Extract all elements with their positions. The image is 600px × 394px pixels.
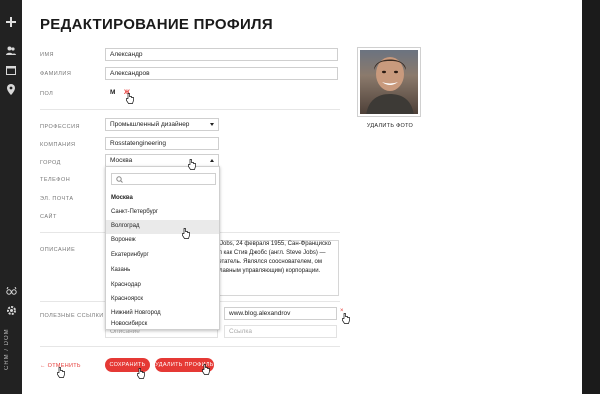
avatar xyxy=(360,50,418,114)
profession-label: ПРОФЕССИЯ xyxy=(40,124,80,130)
profession-select[interactable]: Промышленный дизайнер xyxy=(105,118,219,131)
search-icon xyxy=(116,176,123,183)
company-field[interactable]: Rosstatengineering xyxy=(105,137,219,150)
hand-cursor-icon xyxy=(137,368,145,379)
chevron-down-icon xyxy=(210,123,214,126)
name-field[interactable]: Александр xyxy=(105,48,338,61)
gender-male-option[interactable]: М xyxy=(110,89,115,96)
left-sidebar: CRM / DOM xyxy=(0,0,22,394)
delete-photo-link[interactable]: УДАЛИТЬ ФОТО xyxy=(357,123,423,129)
gender-label: ПОЛ xyxy=(40,91,54,97)
right-edge xyxy=(582,0,600,394)
map-pin-icon[interactable] xyxy=(4,82,18,96)
name-label: ИМЯ xyxy=(40,52,55,58)
city-dropdown: Москва Санкт-Петербург Волгоград Воронеж… xyxy=(105,166,220,330)
users-icon[interactable] xyxy=(4,43,18,57)
description-label: ОПИСАНИЕ xyxy=(40,247,76,253)
surname-field[interactable]: Александров xyxy=(105,67,338,80)
surname-label: ФАМИЛИЯ xyxy=(40,71,72,77)
hand-cursor-icon xyxy=(188,159,196,170)
hand-cursor-icon xyxy=(57,367,65,378)
divider xyxy=(40,346,340,347)
page-title: РЕДАКТИРОВАНИЕ ПРОФИЛЯ xyxy=(40,16,273,33)
dropdown-item[interactable]: Воронеж xyxy=(106,234,219,248)
profession-value: Промышленный дизайнер xyxy=(110,121,190,128)
plus-icon[interactable] xyxy=(4,15,18,29)
city-value: Москва xyxy=(110,157,133,164)
gear-icon[interactable] xyxy=(4,303,18,317)
divider xyxy=(40,109,340,110)
email-label: ЭЛ. ПОЧТА xyxy=(40,196,74,202)
link-url-empty-field[interactable]: Ссылка xyxy=(224,325,337,338)
links-label: ПОЛЕЗНЫЕ ССЫЛКИ xyxy=(40,313,104,319)
placeholder-text: Ссылка xyxy=(229,328,253,335)
dropdown-item[interactable]: Екатеринбург xyxy=(106,249,219,263)
app-logo: CRM / DOM xyxy=(4,328,10,370)
dropdown-item[interactable]: Волгоград xyxy=(106,220,219,234)
hand-cursor-icon xyxy=(182,228,190,239)
link-url-field[interactable]: www.blog.alexandrov xyxy=(224,307,337,320)
phone-label: ТЕЛЕФОН xyxy=(40,177,71,183)
dropdown-item[interactable]: Санкт-Петербург xyxy=(106,206,219,220)
dropdown-item[interactable]: Казань xyxy=(106,264,219,278)
dropdown-item[interactable]: Новосибирск xyxy=(106,319,219,331)
hand-cursor-icon xyxy=(342,313,350,324)
company-label: КОМПАНИЯ xyxy=(40,142,76,148)
hand-cursor-icon xyxy=(202,364,210,375)
dropdown-item[interactable]: Краснодар xyxy=(106,279,219,293)
glasses-icon[interactable] xyxy=(4,284,18,298)
dropdown-item[interactable]: Красноярск xyxy=(106,293,219,307)
dropdown-item[interactable]: Москва xyxy=(106,192,219,206)
city-label: ГОРОД xyxy=(40,160,61,166)
dropdown-search-input[interactable] xyxy=(111,173,216,185)
profile-photo[interactable] xyxy=(357,47,421,117)
site-label: САЙТ xyxy=(40,214,57,220)
chevron-up-icon xyxy=(210,159,214,162)
hand-cursor-icon xyxy=(126,93,134,104)
description-text: d Jobs, 24 февраля 1955, Сан-Франциско а… xyxy=(215,241,332,274)
calendar-icon[interactable] xyxy=(4,63,18,77)
